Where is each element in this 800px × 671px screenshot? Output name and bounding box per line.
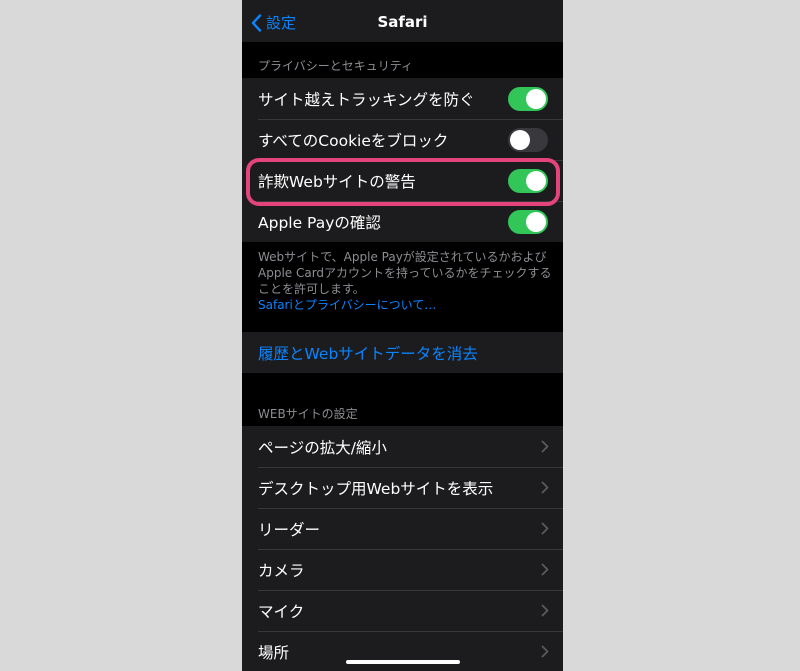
- phone-screen: 設定 Safari プライバシーとセキュリティ サイト越えトラッキングを防ぐ す…: [242, 0, 563, 671]
- website-settings-group: ページの拡大/縮小 デスクトップ用Webサイトを表示 リーダー カメラ マイク …: [242, 426, 563, 671]
- row-label: Apple Payの確認: [258, 213, 381, 232]
- clear-history-group: 履歴とWebサイトデータを消去: [242, 332, 563, 373]
- privacy-footer: Webサイトで、Apple Payが設定されているかおよびApple Cardア…: [258, 249, 554, 313]
- clear-history-button[interactable]: 履歴とWebサイトデータを消去: [242, 332, 563, 373]
- privacy-footer-text: Webサイトで、Apple Payが設定されているかおよびApple Cardア…: [258, 250, 552, 296]
- highlight-frame: [246, 158, 560, 206]
- chevron-right-icon: [541, 604, 549, 617]
- row-request-desktop-website[interactable]: デスクトップ用Webサイトを表示: [242, 467, 563, 508]
- prevent-tracking-toggle[interactable]: [508, 87, 548, 111]
- row-label: 場所: [258, 643, 290, 662]
- toggle-knob: [510, 130, 530, 150]
- row-prevent-cross-site-tracking: サイト越えトラッキングを防ぐ: [242, 78, 563, 119]
- clear-history-label: 履歴とWebサイトデータを消去: [258, 344, 478, 363]
- chevron-right-icon: [541, 522, 549, 535]
- apple-pay-check-toggle[interactable]: [508, 210, 548, 234]
- row-check-apple-pay: Apple Payの確認: [242, 201, 563, 242]
- row-label: ページの拡大/縮小: [258, 438, 387, 457]
- row-reader[interactable]: リーダー: [242, 508, 563, 549]
- row-label: サイト越えトラッキングを防ぐ: [258, 90, 475, 109]
- row-label: リーダー: [258, 520, 321, 539]
- chevron-right-icon: [541, 440, 549, 453]
- page-title: Safari: [377, 13, 428, 31]
- row-block-all-cookies: すべてのCookieをブロック: [242, 119, 563, 160]
- row-label: すべてのCookieをブロック: [258, 131, 449, 150]
- toggle-knob: [526, 89, 546, 109]
- chevron-right-icon: [541, 481, 549, 494]
- chevron-right-icon: [541, 563, 549, 576]
- row-label: マイク: [258, 602, 305, 621]
- row-page-zoom[interactable]: ページの拡大/縮小: [242, 426, 563, 467]
- website-settings-header: WEBサイトの設定: [258, 407, 358, 421]
- row-camera[interactable]: カメラ: [242, 549, 563, 590]
- privacy-section-header: プライバシーとセキュリティ: [258, 59, 414, 73]
- row-location[interactable]: 場所: [242, 631, 563, 671]
- row-label: カメラ: [258, 561, 305, 580]
- chevron-right-icon: [541, 645, 549, 658]
- toggle-knob: [526, 212, 546, 232]
- privacy-about-link[interactable]: Safariとプライバシーについて…: [258, 298, 436, 312]
- row-microphone[interactable]: マイク: [242, 590, 563, 631]
- navigation-bar: 設定 Safari: [242, 0, 563, 42]
- home-indicator: [346, 660, 460, 664]
- row-label: デスクトップ用Webサイトを表示: [258, 479, 494, 498]
- block-cookies-toggle[interactable]: [508, 128, 548, 152]
